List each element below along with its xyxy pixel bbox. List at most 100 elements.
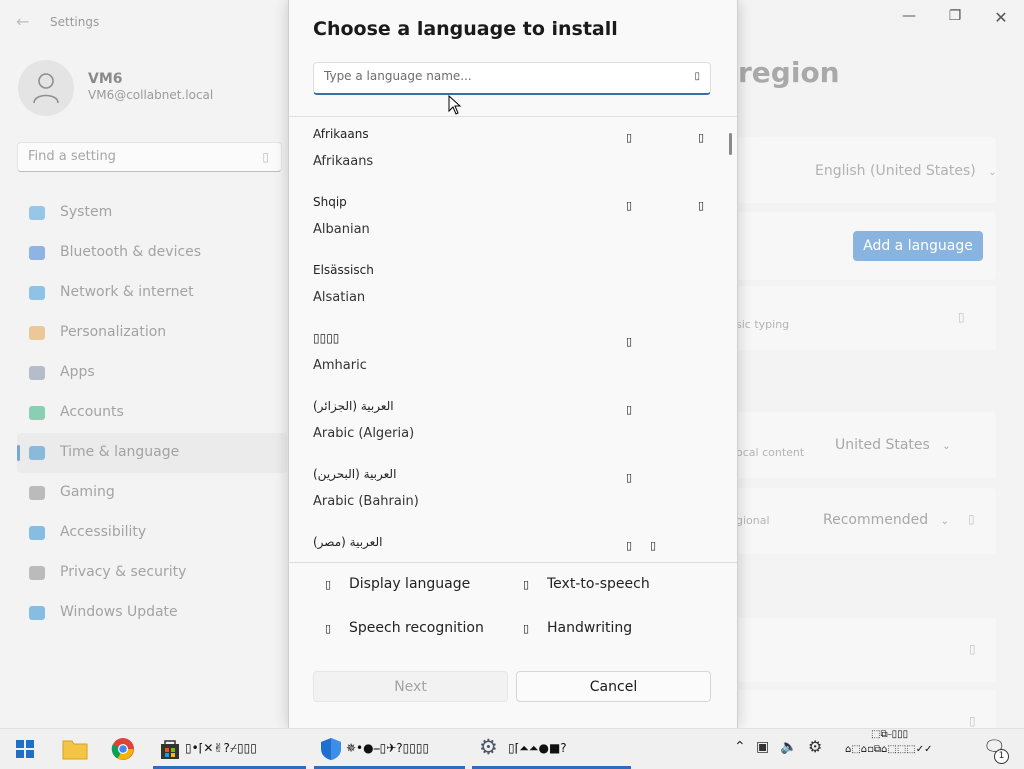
language-native-name: العربية (مصر) bbox=[313, 535, 383, 549]
find-setting-placeholder: Find a setting bbox=[28, 149, 116, 164]
start-button[interactable] bbox=[10, 729, 40, 769]
open-icon[interactable]: ▯ bbox=[969, 642, 976, 656]
sidebar-nav: System Bluetooth & devices Network & inter… bbox=[17, 193, 287, 633]
display-language-dropdown[interactable]: English (United States) ⌄ bbox=[815, 163, 997, 179]
back-arrow-icon[interactable]: ← bbox=[16, 12, 34, 32]
sidebar-item[interactable]: Apps bbox=[17, 353, 287, 393]
text-to-speech-icon: ▯ bbox=[523, 578, 530, 591]
sidebar-item[interactable]: Network & internet bbox=[17, 273, 287, 313]
language-list-item[interactable]: العربية (البحرين) Arabic (Bahrain) ▯ bbox=[289, 457, 719, 525]
sidebar-item[interactable]: Personalization bbox=[17, 313, 287, 353]
sidebar-item[interactable]: Accessibility bbox=[17, 513, 287, 553]
taskbar-app-settings[interactable]: ⚙ ▯⌈⏶⏶●■? bbox=[472, 729, 631, 769]
country-dropdown[interactable]: United States ⌄ bbox=[835, 437, 951, 453]
sidebar-item-label: Gaming bbox=[60, 484, 115, 500]
sidebar-item[interactable]: Gaming bbox=[17, 473, 287, 513]
network-icon[interactable]: ▣ bbox=[756, 739, 769, 755]
globe-clock-icon bbox=[29, 446, 45, 460]
accessibility-icon bbox=[29, 526, 45, 540]
language-list-item[interactable]: العربية (مصر) ▯ ▯ bbox=[289, 525, 719, 561]
regional-format-dropdown[interactable]: Recommended ⌄ bbox=[823, 512, 949, 528]
language-native-name: Afrikaans bbox=[313, 127, 369, 141]
handwriting-feature-icon: ▯ bbox=[697, 199, 705, 212]
handwriting-icon: ▯ bbox=[523, 622, 530, 635]
language-list-item[interactable]: ▯▯▯▯ Amharic ▯ bbox=[289, 321, 719, 389]
clock-time[interactable]: ⬚⧉⎯▯▯▯ bbox=[871, 729, 908, 740]
sidebar-item[interactable]: Privacy & security bbox=[17, 553, 287, 593]
gear-icon[interactable]: ⚙ bbox=[808, 737, 822, 756]
display-feature-icon: ▯ bbox=[625, 403, 633, 416]
file-explorer-button[interactable] bbox=[58, 729, 92, 769]
language-search-field[interactable]: ▯ bbox=[313, 62, 711, 95]
tts-feature-icon: ▯ bbox=[649, 539, 657, 552]
language-list-item[interactable]: العربية (الجزائر) Arabic (Algeria) ▯ bbox=[289, 389, 719, 457]
display-feature-icon: ▯ bbox=[625, 471, 633, 484]
display-language-value: English (United States) bbox=[815, 163, 976, 179]
avatar[interactable] bbox=[18, 60, 74, 116]
sidebar-item-label: Privacy & security bbox=[60, 564, 187, 580]
chrome-button[interactable] bbox=[106, 729, 140, 769]
store-icon bbox=[161, 740, 179, 759]
bluetooth-icon bbox=[29, 246, 45, 260]
sidebar-item-label: Accessibility bbox=[60, 524, 147, 540]
chrome-icon bbox=[111, 738, 134, 760]
related-setting-card bbox=[736, 618, 996, 682]
expand-icon[interactable]: ▯ bbox=[968, 512, 975, 526]
language-native-name: العربية (البحرين) bbox=[313, 467, 397, 481]
language-list[interactable]: Afrikaans Afrikaans ▯ ▯ Shqip Albanian ▯ ▯ Elsäs… bbox=[289, 117, 737, 561]
regional-format-value: Recommended bbox=[823, 512, 929, 528]
dialog-title: Choose a language to install bbox=[313, 18, 618, 40]
language-list-item[interactable]: Shqip Albanian ▯ ▯ bbox=[289, 185, 719, 253]
chevron-down-icon: ⌄ bbox=[988, 167, 997, 178]
mouse-cursor-icon bbox=[448, 95, 462, 115]
cancel-button[interactable]: Cancel bbox=[516, 671, 711, 702]
taskbar-app-defender[interactable]: ✵•●⎯▯✈?▯▯▯▯ bbox=[314, 729, 465, 769]
close-button[interactable]: ✕ bbox=[986, 8, 1016, 28]
taskbar-app-defender-label: ✵•●⎯▯✈?▯▯▯▯ bbox=[346, 741, 430, 755]
language-english-name: Arabic (Bahrain) bbox=[313, 494, 419, 509]
find-setting-input[interactable]: Find a setting ▯ bbox=[17, 142, 282, 172]
maximize-button[interactable]: ❐ bbox=[940, 8, 970, 28]
shield-icon bbox=[321, 738, 341, 760]
legend-speech-label: Speech recognition bbox=[349, 620, 484, 636]
sidebar-item[interactable]: Time & language bbox=[17, 433, 287, 473]
display-feature-icon: ▯ bbox=[625, 335, 633, 348]
person-icon bbox=[33, 73, 59, 104]
language-english-name: Amharic bbox=[313, 358, 367, 373]
taskbar-app-settings-label: ▯⌈⏶⏶●■? bbox=[508, 741, 567, 755]
sidebar-item[interactable]: Windows Update bbox=[17, 593, 287, 633]
display-feature-icon: ▯ bbox=[625, 539, 633, 552]
taskbar-app-store[interactable]: ▯•⌈✕✌?⌿▯▯▯ bbox=[153, 729, 306, 769]
profile-name: VM6 bbox=[88, 71, 123, 87]
more-options-icon[interactable]: ▯ bbox=[958, 310, 965, 324]
language-native-name: العربية (الجزائر) bbox=[313, 399, 394, 413]
language-list-item[interactable]: Afrikaans Afrikaans ▯ ▯ bbox=[289, 117, 719, 185]
chevron-down-icon: ⌄ bbox=[940, 516, 949, 527]
gamepad-icon bbox=[29, 486, 45, 500]
minimize-button[interactable]: — bbox=[894, 8, 924, 28]
volume-icon[interactable]: 🔈 bbox=[780, 739, 797, 755]
language-search-input[interactable] bbox=[322, 68, 676, 84]
sidebar-item[interactable]: Accounts bbox=[17, 393, 287, 433]
sidebar-item[interactable]: Bluetooth & devices bbox=[17, 233, 287, 273]
scrollbar-thumb[interactable] bbox=[729, 133, 732, 155]
app-title: Settings bbox=[50, 15, 100, 29]
language-native-name: Shqip bbox=[313, 195, 347, 209]
sidebar-item-label: Windows Update bbox=[60, 604, 178, 620]
display-language-icon: ▯ bbox=[325, 578, 332, 591]
country-value: United States bbox=[835, 437, 930, 453]
display-feature-icon: ▯ bbox=[625, 131, 633, 144]
brush-icon bbox=[29, 326, 45, 340]
next-button[interactable]: Next bbox=[313, 671, 508, 702]
sidebar-item-label: System bbox=[60, 204, 113, 220]
sidebar-item-label: Time & language bbox=[60, 444, 180, 460]
sidebar-item[interactable]: System bbox=[17, 193, 287, 233]
chevron-up-icon[interactable]: ⌃ bbox=[734, 739, 746, 755]
legend-speech-recognition: ▯ Speech recognition bbox=[325, 620, 484, 636]
clock-date[interactable]: ⌂⬚⌂▫⧉⌂⬚⬚⬚✓✓ bbox=[845, 744, 933, 755]
open-icon-2[interactable]: ▯ bbox=[969, 714, 976, 728]
language-english-name: Alsatian bbox=[313, 290, 366, 305]
update-icon bbox=[29, 606, 45, 620]
add-language-button[interactable]: Add a language bbox=[853, 231, 983, 261]
language-list-item[interactable]: Elsässisch Alsatian bbox=[289, 253, 719, 321]
